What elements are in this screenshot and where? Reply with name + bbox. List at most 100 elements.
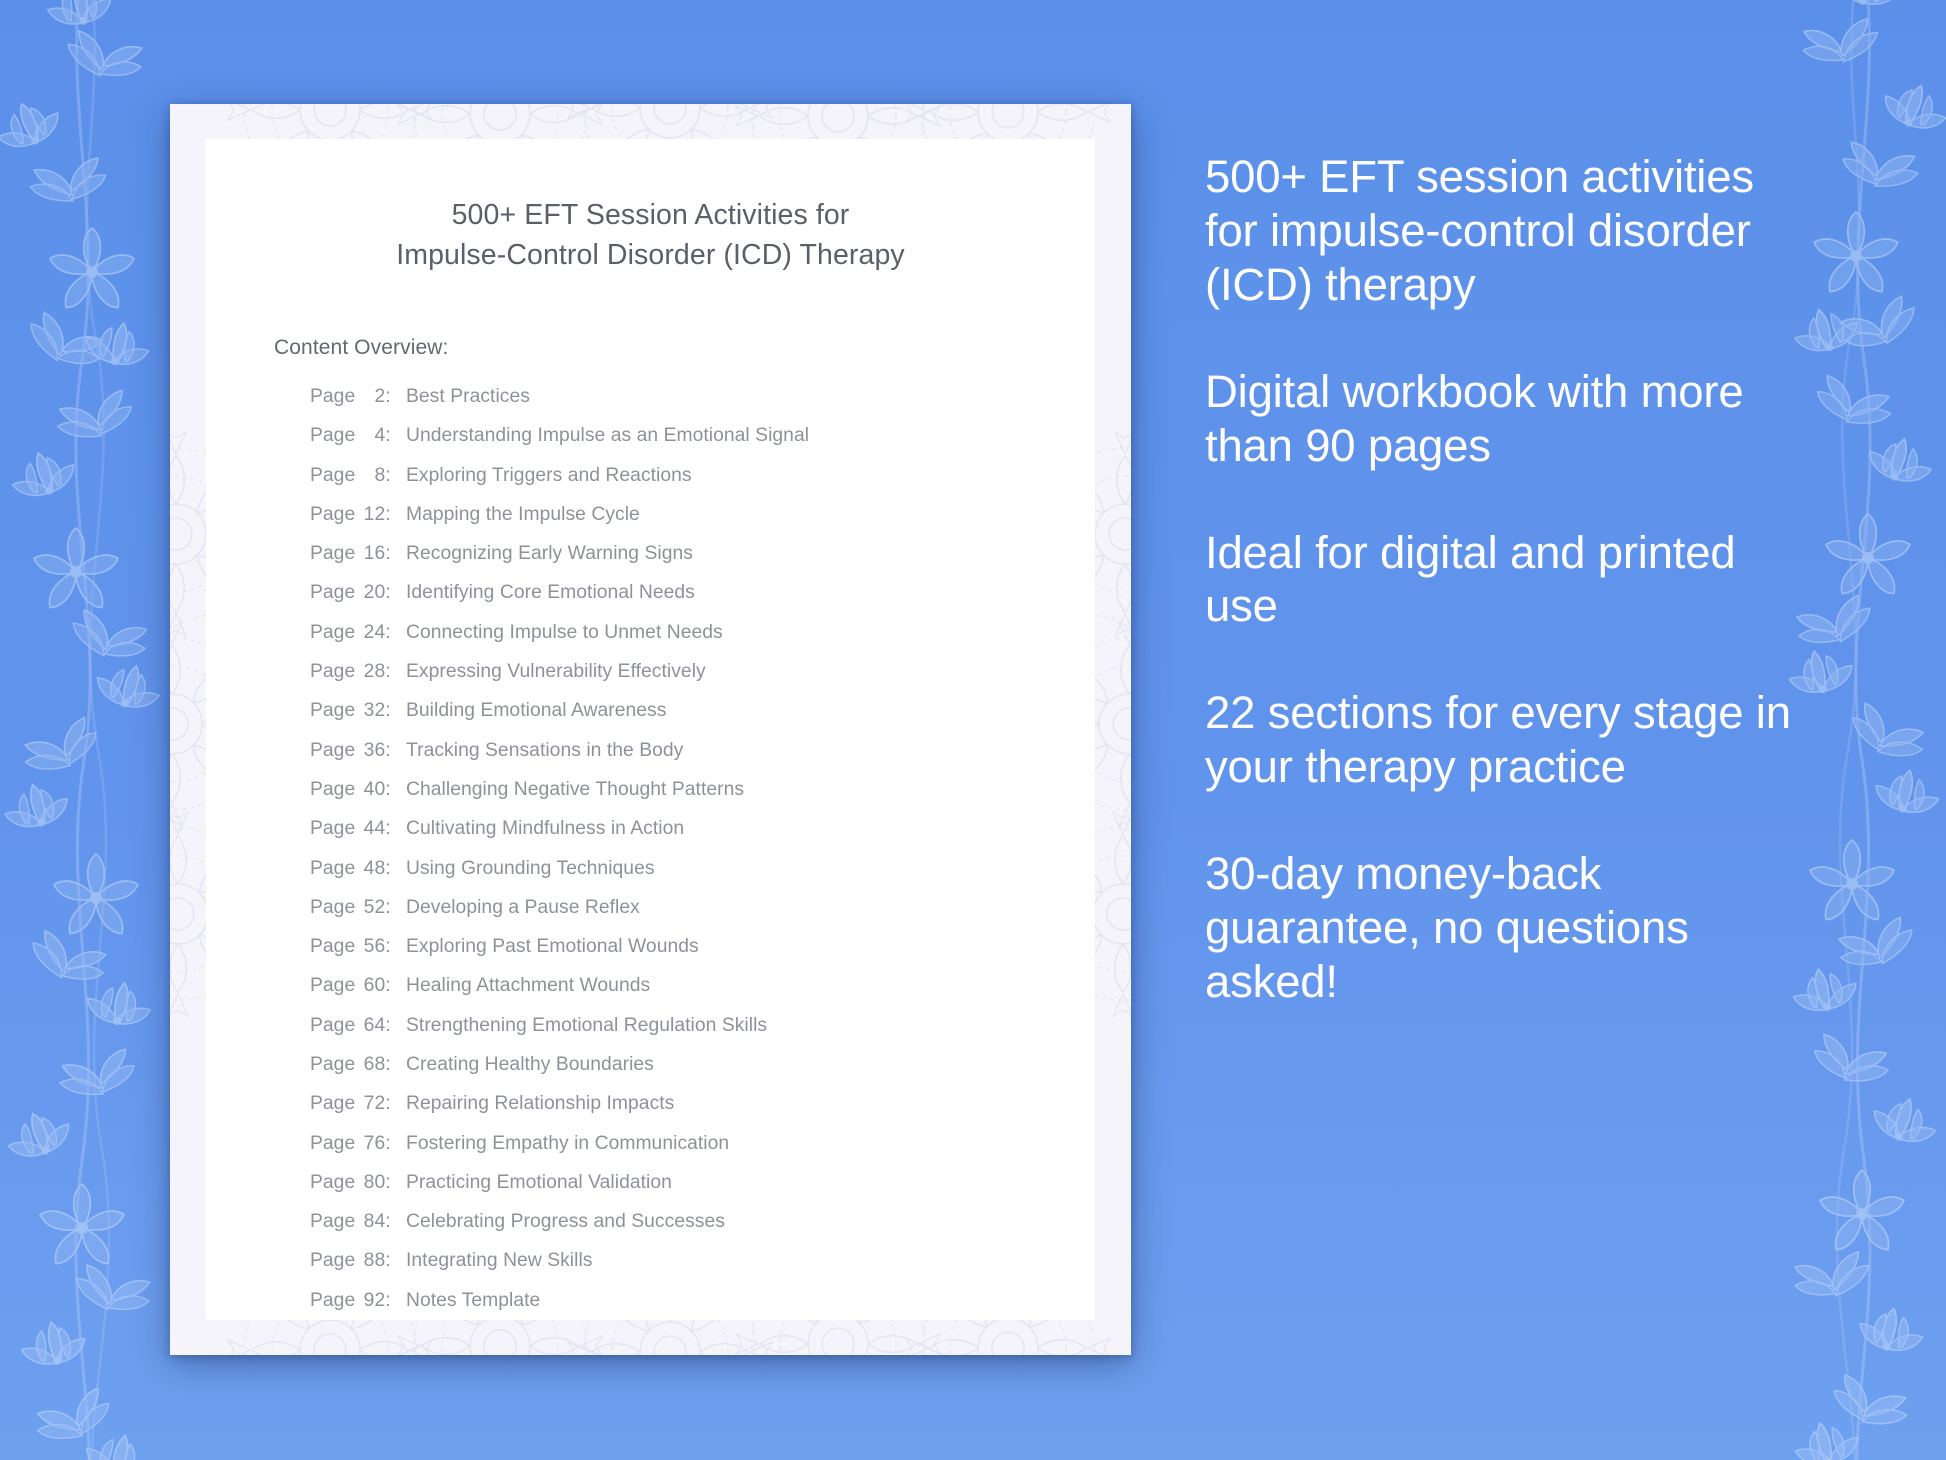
toc-entry-page-number: 28: bbox=[363, 661, 391, 683]
toc-entry: Page 52: Developing a Pause Reflex bbox=[310, 897, 1033, 936]
toc-entry-page-word: Page bbox=[310, 543, 361, 565]
toc-entry-page-word: Page bbox=[310, 1014, 361, 1036]
toc-entry-page-number: 24: bbox=[363, 621, 391, 643]
toc-entry-page-number: 60: bbox=[363, 975, 391, 997]
toc-entry-page-number: 56: bbox=[363, 936, 391, 958]
toc-entry-page: Page 88: bbox=[310, 1250, 406, 1272]
toc-entry-page-number: 8: bbox=[374, 464, 391, 486]
toc-entry-page: Page 28: bbox=[310, 661, 406, 683]
toc-entry-title: Creating Healthy Boundaries bbox=[406, 1053, 654, 1075]
toc-entry-title: Mapping the Impulse Cycle bbox=[406, 503, 640, 525]
toc-entry: Page 20: Identifying Core Emotional Needs bbox=[310, 582, 1033, 621]
promo-copy-column: 500+ EFT session activities for impulse-… bbox=[1205, 150, 1805, 1009]
table-of-contents: Page 2: Best Practices Page 4: Understandin… bbox=[310, 386, 1033, 1329]
toc-entry-page: Page 20: bbox=[310, 582, 406, 604]
toc-entry-title: Tracking Sensations in the Body bbox=[406, 739, 684, 761]
toc-entry-page: Page 92: bbox=[310, 1290, 406, 1312]
toc-entry: Page 40: Challenging Negative Thought Pat… bbox=[310, 779, 1033, 818]
toc-entry: Page 88: Integrating New Skills bbox=[310, 1250, 1033, 1289]
toc-entry: Page 64: Strengthening Emotional Regulati… bbox=[310, 1015, 1033, 1054]
toc-entry: Page 32: Building Emotional Awareness bbox=[310, 700, 1033, 739]
toc-entry-page: Page 52: bbox=[310, 897, 406, 919]
toc-entry-page: Page 84: bbox=[310, 1211, 406, 1233]
toc-entry-page-word: Page bbox=[310, 503, 361, 525]
toc-entry-page: Page 68: bbox=[310, 1054, 406, 1076]
toc-entry-page-number: 72: bbox=[363, 1093, 391, 1115]
toc-entry-page: Page 64: bbox=[310, 1015, 406, 1037]
toc-entry-title: Recognizing Early Warning Signs bbox=[406, 543, 693, 565]
toc-entry-page-number: 48: bbox=[363, 857, 391, 879]
toc-entry-page: Page 4: bbox=[310, 425, 406, 447]
toc-entry: Page 68: Creating Healthy Boundaries bbox=[310, 1054, 1033, 1093]
document-page: 500+ EFT Session Activities for Impulse-… bbox=[206, 139, 1095, 1320]
toc-entry-page-word: Page bbox=[310, 621, 361, 643]
toc-entry: Page 8: Exploring Triggers and Reactions bbox=[310, 465, 1033, 504]
toc-entry-page-number: 44: bbox=[363, 818, 391, 840]
toc-entry-page-word: Page bbox=[310, 385, 361, 407]
toc-entry-title: Exploring Past Emotional Wounds bbox=[406, 936, 699, 958]
toc-entry-page-word: Page bbox=[310, 896, 361, 918]
page-title-line-1: 500+ EFT Session Activities for bbox=[451, 199, 850, 231]
toc-entry-page-word: Page bbox=[310, 778, 361, 800]
toc-entry-title: Exploring Triggers and Reactions bbox=[406, 464, 692, 486]
toc-entry-title: Repairing Relationship Impacts bbox=[406, 1093, 675, 1115]
toc-entry-page-number: 12: bbox=[363, 503, 391, 525]
toc-entry-page: Page 80: bbox=[310, 1172, 406, 1194]
toc-entry: Page 48: Using Grounding Techniques bbox=[310, 858, 1033, 897]
toc-entry-title: Challenging Negative Thought Patterns bbox=[406, 778, 745, 800]
toc-entry: Page 12: Mapping the Impulse Cycle bbox=[310, 504, 1033, 543]
toc-entry-page: Page 76: bbox=[310, 1133, 406, 1155]
toc-entry-page: Page 56: bbox=[310, 936, 406, 958]
toc-entry-page-number: 4: bbox=[374, 425, 391, 447]
toc-entry-page-number: 52: bbox=[363, 896, 391, 918]
toc-entry-title: Understanding Impulse as an Emotional Si… bbox=[406, 425, 810, 447]
toc-entry-page-number: 80: bbox=[363, 1171, 391, 1193]
toc-entry: Page 24: Connecting Impulse to Unmet Need… bbox=[310, 622, 1033, 661]
toc-entry-page: Page 40: bbox=[310, 779, 406, 801]
toc-entry-page-word: Page bbox=[310, 739, 361, 761]
promo-block: 30-day money-back guarantee, no question… bbox=[1205, 848, 1689, 1007]
toc-entry-page-number: 64: bbox=[363, 1014, 391, 1036]
toc-entry-page-word: Page bbox=[310, 1053, 361, 1075]
page-title-line-2: Impulse-Control Disorder (ICD) Therapy bbox=[396, 239, 905, 272]
toc-entry-page-number: 32: bbox=[363, 700, 391, 722]
toc-entry-title: Strengthening Emotional Regulation Skill… bbox=[406, 1014, 768, 1036]
toc-entry: Page 16: Recognizing Early Warning Signs bbox=[310, 543, 1033, 582]
toc-entry-title: Notes Template bbox=[406, 1289, 541, 1311]
toc-entry: Page 56: Exploring Past Emotional Wounds bbox=[310, 936, 1033, 975]
toc-entry: Page 60: Healing Attachment Wounds bbox=[310, 975, 1033, 1014]
toc-entry-page: Page 72: bbox=[310, 1093, 406, 1115]
toc-entry-title: Expressing Vulnerability Effectively bbox=[406, 661, 706, 683]
toc-entry-page-number: 76: bbox=[363, 1132, 391, 1154]
toc-entry-page-number: 20: bbox=[363, 582, 391, 604]
toc-entry: Page 80: Practicing Emotional Validation bbox=[310, 1172, 1033, 1211]
toc-entry-page-word: Page bbox=[310, 975, 361, 997]
toc-entry-page-word: Page bbox=[310, 1171, 361, 1193]
toc-entry-page: Page 48: bbox=[310, 858, 406, 880]
toc-entry-page-word: Page bbox=[310, 936, 361, 958]
toc-entry-page-word: Page bbox=[310, 661, 361, 683]
toc-entry-page-number: 2: bbox=[374, 385, 391, 407]
toc-entry-page: Page 32: bbox=[310, 700, 406, 722]
toc-entry-title: Cultivating Mindfulness in Action bbox=[406, 818, 685, 840]
page-title: 500+ EFT Session Activities for Impulse-… bbox=[276, 195, 1025, 276]
toc-entry: Page 36: Tracking Sensations in the Body bbox=[310, 740, 1033, 779]
toc-entry-page-number: 68: bbox=[363, 1053, 391, 1075]
promo-block: 500+ EFT session activities for impulse-… bbox=[1205, 151, 1754, 310]
toc-entry-title: Practicing Emotional Validation bbox=[406, 1171, 672, 1193]
toc-entry-page-word: Page bbox=[310, 1132, 361, 1154]
toc-entry: Page 44: Cultivating Mindfulness in Actio… bbox=[310, 818, 1033, 857]
toc-entry: Page 92: Notes Template bbox=[310, 1290, 1033, 1329]
toc-entry-page-number: 40: bbox=[363, 778, 391, 800]
toc-entry-title: Healing Attachment Wounds bbox=[406, 975, 651, 997]
toc-entry-page-word: Page bbox=[310, 1289, 361, 1311]
toc-entry-page-number: 92: bbox=[363, 1289, 391, 1311]
toc-entry-page-word: Page bbox=[310, 425, 361, 447]
toc-entry-page-number: 84: bbox=[363, 1211, 391, 1233]
toc-entry-page: Page 16: bbox=[310, 543, 406, 565]
toc-entry-title: Integrating New Skills bbox=[406, 1250, 593, 1272]
toc-entry-title: Building Emotional Awareness bbox=[406, 700, 667, 722]
promo-block: Ideal for digital and printed use bbox=[1205, 526, 1736, 632]
toc-entry: Page 72: Repairing Relationship Impacts bbox=[310, 1093, 1033, 1132]
toc-entry-title: Using Grounding Techniques bbox=[406, 857, 655, 879]
